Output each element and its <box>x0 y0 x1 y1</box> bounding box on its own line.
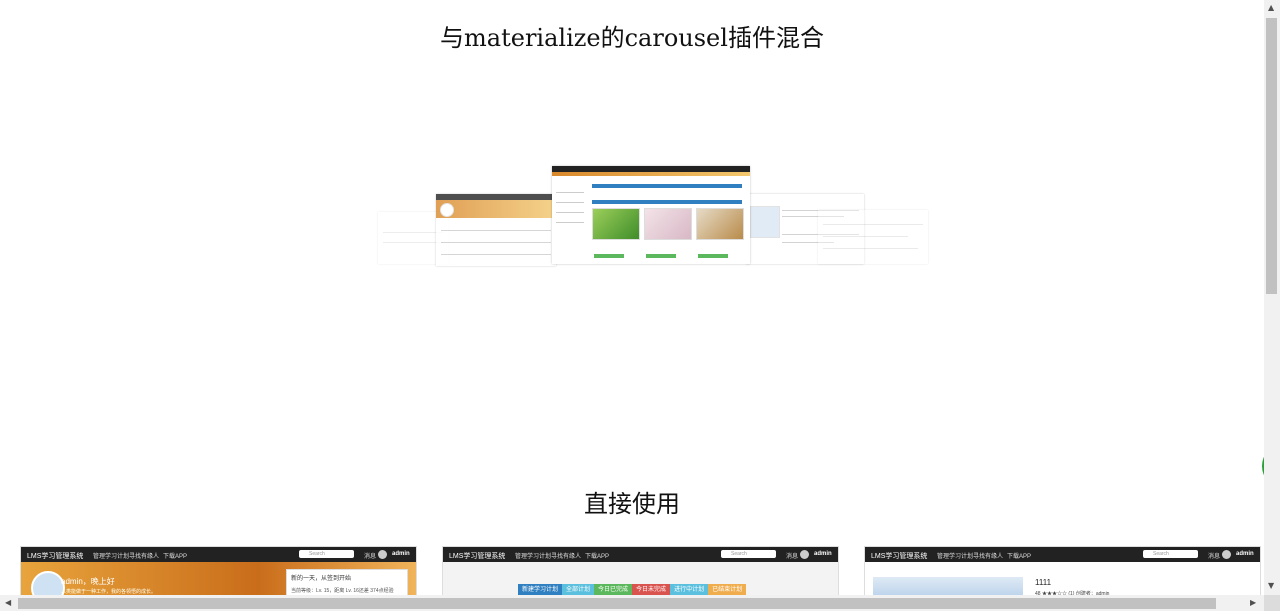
scroll-right-arrow-icon[interactable]: ▶ <box>1250 599 1256 607</box>
messages-link[interactable]: 消息 <box>1208 551 1220 560</box>
search-input[interactable]: Search <box>1143 550 1198 558</box>
brand-label: LMS学习管理系统 <box>449 553 506 560</box>
avatar[interactable] <box>378 550 387 559</box>
carousel[interactable] <box>370 160 940 270</box>
nav-item-find[interactable]: 寻找有缘人 <box>551 551 581 560</box>
greeting-text: admin，晚上好 <box>61 577 115 586</box>
scrollbar-corner <box>1264 595 1280 611</box>
carousel-slide-far-right[interactable] <box>818 210 928 264</box>
carousel-slide-center[interactable] <box>552 166 750 264</box>
screenshot-card-plans[interactable]: LMS学习管理系统 管理学习计划 寻找有缘人 下载APP Search 消息 a… <box>442 546 839 602</box>
messages-link[interactable]: 消息 <box>364 551 376 560</box>
nav-item-download[interactable]: 下载APP <box>1007 551 1031 560</box>
carousel-slide-left[interactable] <box>436 194 556 266</box>
scroll-left-arrow-icon[interactable]: ◀ <box>5 599 11 607</box>
nav-item-manage[interactable]: 管理学习计划 <box>515 551 551 560</box>
user-menu[interactable]: admin <box>1236 551 1254 557</box>
horizontal-scrollbar-thumb[interactable] <box>18 598 1216 609</box>
card-navbar: LMS学习管理系统 管理学习计划 寻找有缘人 下载APP Search 消息 a… <box>21 547 416 562</box>
nav-item-manage[interactable]: 管理学习计划 <box>93 551 129 560</box>
scroll-down-arrow-icon[interactable]: ▼ <box>1268 582 1274 590</box>
plan-title: 1111 <box>1035 578 1052 587</box>
user-menu[interactable]: admin <box>814 551 832 557</box>
section-title-direct-use: 直接使用 <box>584 490 680 518</box>
nav-item-manage[interactable]: 管理学习计划 <box>937 551 973 560</box>
avatar[interactable] <box>1222 550 1231 559</box>
nav-item-find[interactable]: 寻找有缘人 <box>129 551 159 560</box>
user-menu[interactable]: admin <box>392 551 410 557</box>
checkin-title: 新的一天，从签到开始 <box>291 576 352 582</box>
brand-label: LMS学习管理系统 <box>871 553 928 560</box>
search-input[interactable]: Search <box>299 550 354 558</box>
section-title-carousel: 与materialize的carousel插件混合 <box>440 24 824 52</box>
card-navbar: LMS学习管理系统 管理学习计划 寻找有缘人 下载APP Search 消息 a… <box>443 547 838 562</box>
nav-item-download[interactable]: 下载APP <box>163 551 187 560</box>
screenshot-card-home[interactable]: LMS学习管理系统 管理学习计划 寻找有缘人 下载APP Search 消息 a… <box>20 546 417 602</box>
search-input[interactable]: Search <box>721 550 776 558</box>
screenshot-card-detail[interactable]: LMS学习管理系统 管理学习计划 寻找有缘人 下载APP Search 消息 a… <box>864 546 1261 602</box>
greeting-subtitle: 人类能做于一种工作，我的各领悟的成长。 <box>61 589 157 595</box>
nav-item-find[interactable]: 寻找有缘人 <box>973 551 1003 560</box>
avatar[interactable] <box>800 550 809 559</box>
card-navbar: LMS学习管理系统 管理学习计划 寻找有缘人 下载APP Search 消息 a… <box>865 547 1260 562</box>
nav-item-download[interactable]: 下载APP <box>585 551 609 560</box>
vertical-scrollbar-thumb[interactable] <box>1266 18 1277 294</box>
brand-label: LMS学习管理系统 <box>27 553 84 560</box>
messages-link[interactable]: 消息 <box>786 551 798 560</box>
scroll-up-arrow-icon[interactable]: ▲ <box>1268 4 1274 12</box>
